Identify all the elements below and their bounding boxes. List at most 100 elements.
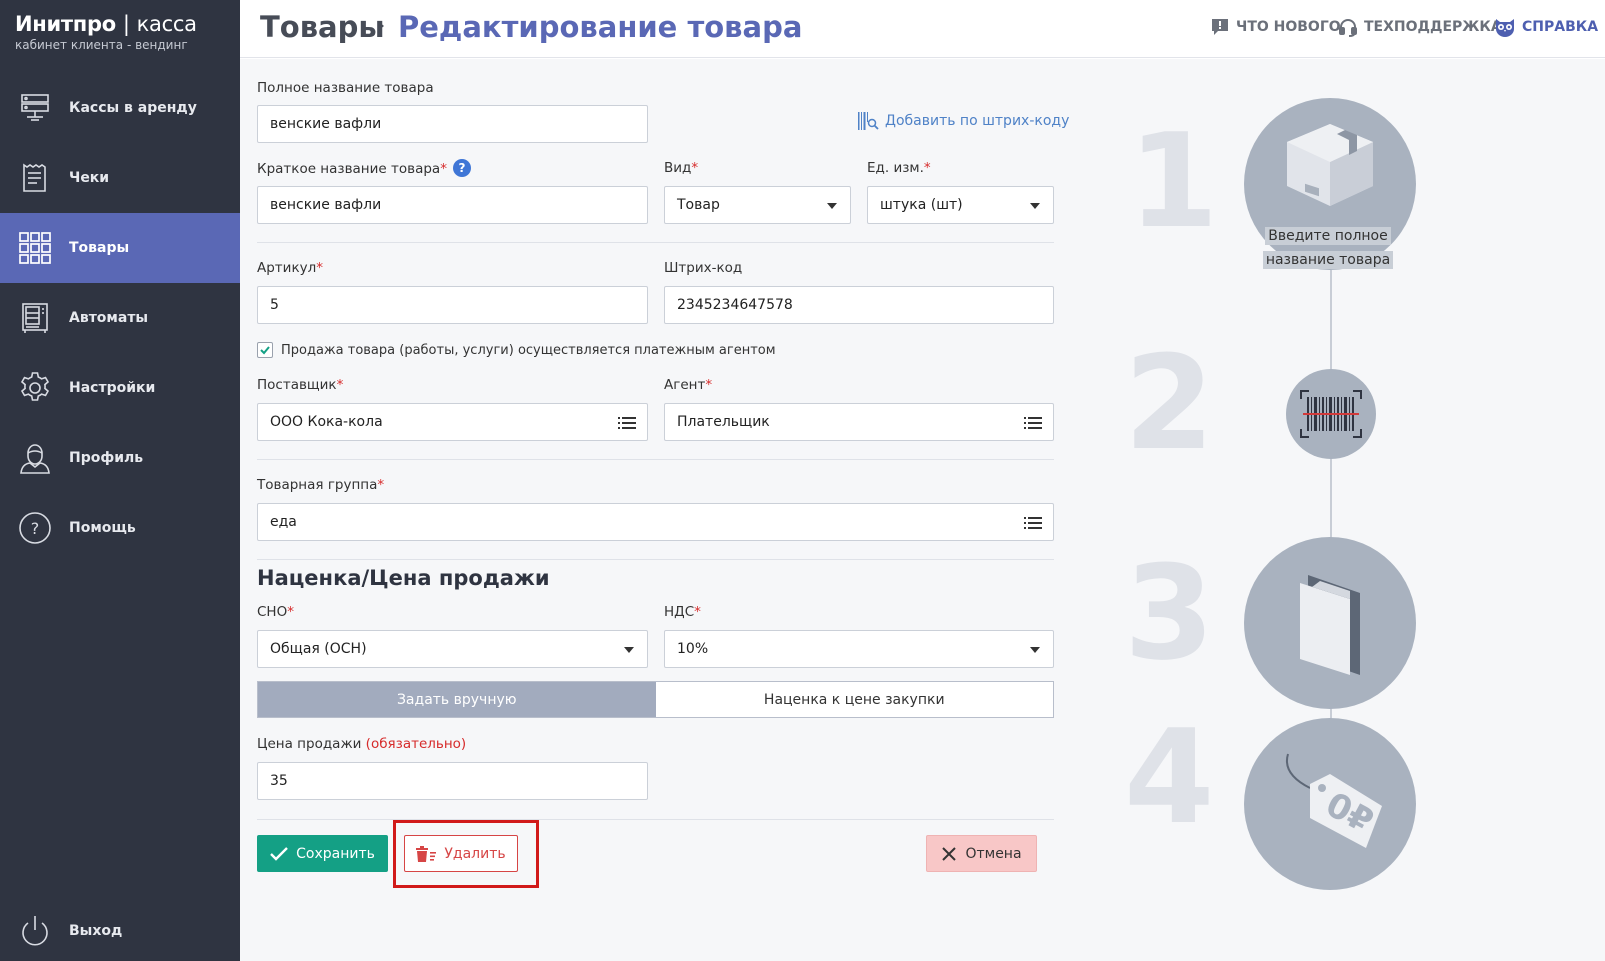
sidebar-item-settings[interactable]: Настройки [0,353,240,423]
step-number-4: 4 [1124,701,1215,853]
agent-input[interactable]: Плательщик [664,403,1054,441]
brand-name: Инитпро | касса [15,12,197,36]
barcode-label: Штрих-код [664,260,743,276]
agent-value: Плательщик [677,414,770,430]
sidebar: Инитпро | касса кабинет клиента - вендин… [0,0,240,961]
headset-icon [1339,19,1357,37]
check-icon [270,846,288,861]
chevron-down-icon [827,203,837,209]
receipt-icon [17,160,53,196]
sidebar-item-label: Выход [69,923,123,939]
owl-icon [1496,19,1514,37]
brand-subtitle: кабинет клиента - вендинг [15,38,188,52]
agent-checkbox[interactable] [257,342,273,358]
close-icon [942,846,957,861]
markup-section-title: Наценка/Цена продажи [257,566,550,590]
short-name-label: Краткое название товара*? [257,159,471,178]
step-number-1: 1 [1128,105,1219,257]
price-mode-toggle: Задать вручную Наценка к цене закупки [257,681,1054,718]
sno-select[interactable]: Общая (ОСН) [257,630,648,668]
list-icon[interactable] [618,416,636,430]
chevron-down-icon [1030,203,1040,209]
sidebar-item-label: Кассы в аренду [69,100,197,116]
power-icon [17,913,53,949]
nds-value: 10% [677,641,709,657]
help-circle-icon: ? [17,510,53,546]
add-by-barcode-label: Добавить по штрих-коду [885,113,1070,129]
sidebar-item-help[interactable]: ? Помощь [0,493,240,563]
cancel-label: Отмена [965,845,1022,862]
save-label: Сохранить [296,845,375,862]
nds-label: НДС* [664,604,701,620]
sidebar-item-products[interactable]: Товары [0,213,240,283]
step-number-2: 2 [1124,327,1215,479]
question-icon[interactable]: ? [452,159,471,177]
step-1-caption: Введите полное название товара [1252,224,1404,272]
sno-value: Общая (ОСН) [270,641,367,657]
sidebar-item-rent[interactable]: Кассы в аренду [0,73,240,143]
kind-select[interactable]: Товар [664,186,851,224]
sidebar-item-label: Автоматы [69,310,149,326]
list-icon[interactable] [1024,516,1042,530]
vending-machine-icon [17,300,53,336]
barcode-scan-icon [1300,390,1362,438]
folder-icon [1300,575,1360,675]
list-icon[interactable] [1024,416,1042,430]
short-name-input[interactable]: венские вафли [257,186,648,224]
sidebar-item-machines[interactable]: Автоматы [0,283,240,353]
kind-label: Вид* [664,160,699,176]
svg-text:?: ? [31,519,40,538]
chevron-down-icon [1030,647,1040,653]
whats-new-label: ЧТО НОВОГО [1236,19,1341,35]
step-circle-4: 0₽ [1244,718,1416,890]
nds-select[interactable]: 10% [664,630,1054,668]
brand[interactable]: Инитпро | касса кабинет клиента - вендин… [0,0,240,62]
user-icon [17,440,53,476]
breadcrumb-root[interactable]: Товары [260,10,385,44]
cancel-button[interactable]: Отмена [926,835,1037,872]
divider [257,559,1054,560]
agent-checkbox-label[interactable]: Продажа товара (работы, услуги) осуществ… [281,343,776,358]
help-reference-link[interactable]: СПРАВКА [1494,17,1598,37]
breadcrumb-separator-icon [378,21,384,31]
supplier-input[interactable]: ООО Кока-кола [257,403,648,441]
sidebar-item-label: Профиль [69,450,144,466]
package-box-icon [1287,124,1373,206]
unit-select[interactable]: штука (шт) [867,186,1054,224]
step-number-3: 3 [1124,537,1215,689]
highlight-frame [393,820,539,888]
news-icon [1212,19,1228,35]
step-connector [1330,270,1332,370]
chevron-down-icon [624,647,634,653]
price-input[interactable]: 35 [257,762,648,800]
group-value: еда [270,514,297,530]
kind-value: Товар [677,197,720,213]
support-link[interactable]: ТЕХПОДДЕРЖКА [1338,17,1502,37]
unit-value: штука (шт) [880,197,963,213]
sidebar-item-receipts[interactable]: Чеки [0,143,240,213]
sidebar-item-label: Настройки [69,380,156,396]
sidebar-item-label: Товары [69,240,130,256]
save-button[interactable]: Сохранить [257,835,388,872]
divider [257,459,1054,460]
sidebar-item-label: Чеки [69,170,110,186]
supplier-value: ООО Кока-кола [270,414,383,430]
sidebar-item-profile[interactable]: Профиль [0,423,240,493]
article-input[interactable]: 5 [257,286,648,324]
whats-new-link[interactable]: ЧТО НОВОГО [1210,17,1341,37]
price-tag-icon: 0₽ [1286,753,1382,848]
checkmark-icon [260,346,270,355]
sidebar-item-logout[interactable]: Выход [0,896,240,961]
tab-markup[interactable]: Наценка к цене закупки [656,682,1054,717]
step-circle-2 [1286,369,1376,459]
full-name-input[interactable]: венские вафли [257,105,648,143]
tab-manual[interactable]: Задать вручную [258,682,656,717]
help-reference-label: СПРАВКА [1522,19,1599,35]
server-icon [17,90,53,126]
group-input[interactable]: еда [257,503,1054,541]
barcode-search-icon [858,112,879,130]
barcode-input[interactable]: 2345234647578 [664,286,1054,324]
gear-icon [17,370,53,406]
step-circle-3 [1244,537,1416,709]
add-by-barcode-link[interactable]: Добавить по штрих-коду [857,111,1069,131]
